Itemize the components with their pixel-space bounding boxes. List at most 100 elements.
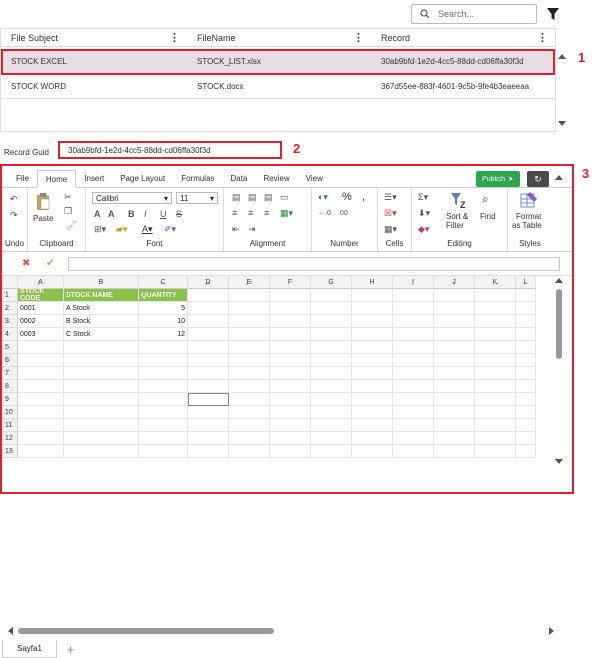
font-name-select[interactable]: Calibri ▾ [92,192,172,204]
scroll-down-icon[interactable] [558,121,566,126]
kebab-icon[interactable]: ⋮ [537,31,548,44]
cell-b3[interactable]: B Stock [64,315,139,328]
row-header[interactable]: 6 [2,354,18,367]
bold-icon[interactable]: B [128,209,135,219]
cell-e6[interactable] [229,354,270,367]
cell-h7[interactable] [352,367,393,380]
cell-b4[interactable]: C Stock [64,328,139,341]
cell-d10[interactable] [188,406,229,419]
cell-g9[interactable] [311,393,352,406]
cell-i5[interactable] [393,341,434,354]
cell-a9[interactable] [18,393,64,406]
cell-k2[interactable] [475,302,516,315]
row-header[interactable]: 13 [2,445,18,458]
align-middle-icon[interactable]: ▤ [248,192,257,203]
find-label[interactable]: Find [480,212,496,221]
cell-d1[interactable] [188,289,229,302]
cell-k1[interactable] [475,289,516,302]
row-header[interactable]: 9 [2,393,18,406]
cell-d4[interactable] [188,328,229,341]
horizontal-scrollbar-track[interactable] [8,626,554,636]
cell-b5[interactable] [64,341,139,354]
cell-e9[interactable] [229,393,270,406]
fill-icon[interactable]: ⬇▾ [418,208,430,219]
row-header[interactable]: 12 [2,432,18,445]
format-as-table-icon[interactable] [520,191,538,209]
row-header[interactable]: 11 [2,419,18,432]
cell-j6[interactable] [434,354,475,367]
column-header-b[interactable]: B [64,276,139,289]
merge-icon[interactable]: ▦▾ [280,208,293,219]
indent-increase-icon[interactable]: ⇥ [248,224,256,235]
cell-e7[interactable] [229,367,270,380]
cell-e8[interactable] [229,380,270,393]
row-header[interactable]: 8 [2,380,18,393]
cell-f9[interactable] [270,393,311,406]
cell-k10[interactable] [475,406,516,419]
cell-j3[interactable] [434,315,475,328]
column-header-g[interactable]: G [311,276,352,289]
font-size-select[interactable]: 11 ▾ [176,192,218,204]
cell-a3[interactable]: 0002 [18,315,64,328]
indent-decrease-icon[interactable]: ⇤ [232,224,240,235]
kebab-icon[interactable]: ⋮ [353,31,364,44]
cell-e3[interactable] [229,315,270,328]
cell-h3[interactable] [352,315,393,328]
cell-g1[interactable] [311,289,352,302]
cell-l1[interactable] [516,289,536,302]
cell-c7[interactable] [139,367,188,380]
select-all-corner[interactable] [2,276,18,289]
cell-h9[interactable] [352,393,393,406]
confirm-icon[interactable]: ✔ [46,258,54,269]
cell-f10[interactable] [270,406,311,419]
cell-l6[interactable] [516,354,536,367]
cell-a7[interactable] [18,367,64,380]
cell-g7[interactable] [311,367,352,380]
cell-i3[interactable] [393,315,434,328]
cell-h13[interactable] [352,445,393,458]
row-header[interactable]: 5 [2,341,18,354]
cell-f13[interactable] [270,445,311,458]
cell-f8[interactable] [270,380,311,393]
cell-i10[interactable] [393,406,434,419]
comma-icon[interactable]: , [362,191,365,203]
row-header[interactable]: 4 [2,328,18,341]
cell-i11[interactable] [393,419,434,432]
search-box[interactable] [411,4,537,24]
cell-i8[interactable] [393,380,434,393]
cell-j8[interactable] [434,380,475,393]
borders-icon[interactable]: ⊞▾ [94,224,106,235]
cell-b11[interactable] [64,419,139,432]
cell-f1[interactable] [270,289,311,302]
publish-button[interactable]: Publish ➤ [476,171,520,187]
cell-d2[interactable] [188,302,229,315]
column-header-filename[interactable]: FileName ⋮ [187,29,371,46]
cell-b1[interactable]: STOCK NAME [64,289,139,302]
clear-format-icon[interactable]: ✐▾ [164,224,176,235]
cell-d9[interactable] [188,393,229,406]
tab-file[interactable]: File [8,169,37,187]
cell-j12[interactable] [434,432,475,445]
cut-icon[interactable]: ✂ [64,192,72,203]
revert-button[interactable]: ↻ [527,171,549,187]
cell-j2[interactable] [434,302,475,315]
cell-c3[interactable]: 10 [139,315,188,328]
cell-e4[interactable] [229,328,270,341]
cell-e10[interactable] [229,406,270,419]
cell-e12[interactable] [229,432,270,445]
cell-g3[interactable] [311,315,352,328]
cell-d11[interactable] [188,419,229,432]
tab-formulas[interactable]: Formulas [173,169,222,187]
format-painter-icon[interactable]: 🖌 [66,220,77,231]
cell-k13[interactable] [475,445,516,458]
cell-c9[interactable] [139,393,188,406]
cell-a12[interactable] [18,432,64,445]
cell-j5[interactable] [434,341,475,354]
cell-g13[interactable] [311,445,352,458]
row-header[interactable]: 3 [2,315,18,328]
fill-color-icon[interactable]: ▰▾ [116,224,127,235]
cell-j7[interactable] [434,367,475,380]
cell-h11[interactable] [352,419,393,432]
cell-k7[interactable] [475,367,516,380]
cell-k11[interactable] [475,419,516,432]
